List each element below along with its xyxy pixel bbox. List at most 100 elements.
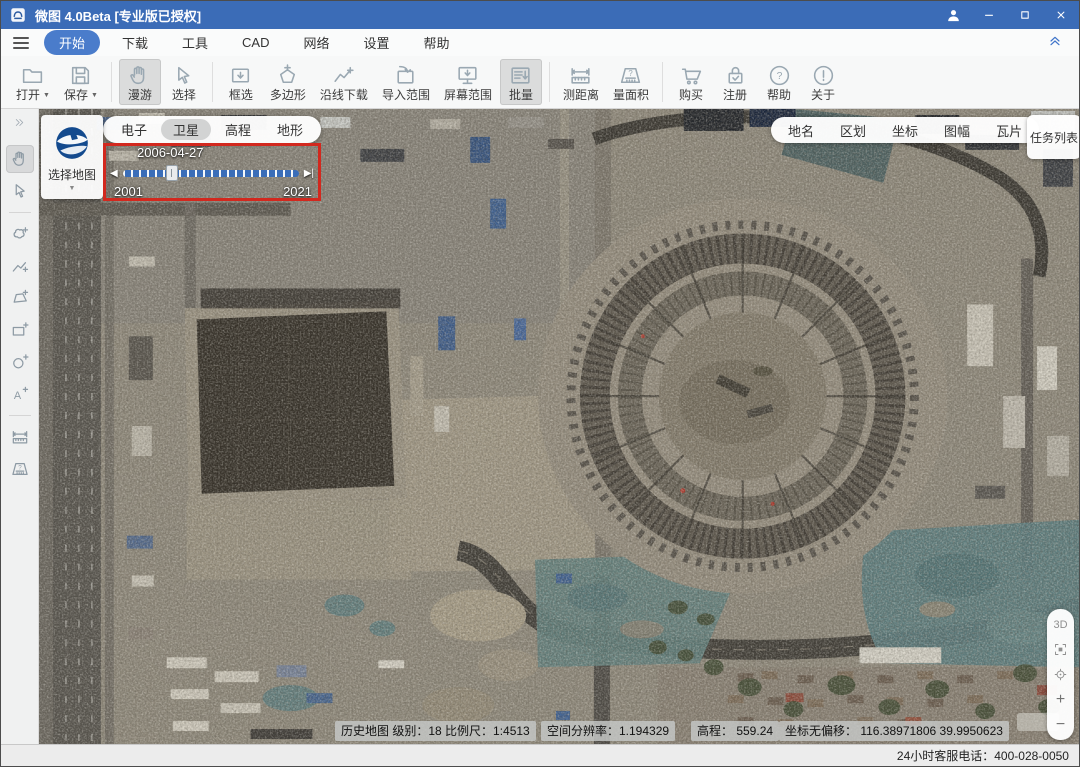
fullscreen-icon [1053, 642, 1068, 657]
support-phone: 24小时客服电话：400-028-0050 [897, 747, 1069, 764]
sidebar-tool-draw-circle[interactable] [6, 348, 34, 376]
toolbar-button-label-row: 多边形 [270, 89, 306, 102]
map-control-locate[interactable] [1047, 666, 1074, 683]
toolbar-button-label: 保存 [64, 89, 88, 102]
chevron-down-icon: ▼ [69, 185, 76, 192]
minimize-button[interactable] [971, 1, 1007, 29]
toolbar-separator [111, 62, 112, 102]
toolbar-button-folder[interactable]: 打开▼ [10, 59, 56, 105]
toolbar-button-cursor[interactable]: 选择 [163, 59, 205, 105]
toolbar-button-label: 测距离 [563, 89, 599, 102]
blob-plus-icon [10, 224, 30, 244]
sidebar-tool-select[interactable] [6, 177, 34, 205]
sidebar-tool-expand[interactable] [11, 115, 29, 129]
toolbar-button-monitor[interactable]: 屏幕范围 [438, 59, 498, 105]
timeline-track[interactable] [123, 170, 299, 177]
titlebar: 微图 4.0Beta [专业版已授权] [1, 1, 1079, 29]
toolbar-button-label: 选择 [172, 89, 196, 102]
toolbar-button-polyline[interactable]: 沿线下载 [314, 59, 374, 105]
select-map-button[interactable]: 选择地图 ▼ [41, 115, 103, 199]
toolbar-button-label-row: 购买 [679, 89, 703, 102]
toolbar-button-label: 关于 [811, 89, 835, 102]
map-control-view-3d[interactable]: 3D [1047, 616, 1074, 633]
toolbar-button-about[interactable]: 关于 [802, 59, 844, 105]
menu-item-网络[interactable]: 网络 [292, 30, 342, 55]
account-button[interactable] [935, 1, 971, 29]
area-icon [618, 63, 643, 88]
area-plus-icon [10, 288, 30, 308]
history-timeline: 2006-04-27 ◀ ▶| 2001 2021 [105, 145, 319, 199]
overlay-tool-图幅[interactable]: 图幅 [931, 121, 983, 140]
app-window: 微图 4.0Beta [专业版已授权] 开始下载工具CAD网络设置帮助 打开▼保… [0, 0, 1080, 767]
sidebar-tool-measure-area[interactable] [6, 455, 34, 483]
toolbar-button-cart[interactable]: 购买 [670, 59, 712, 105]
sidebar-tool-draw-polyline[interactable] [6, 252, 34, 280]
menu-item-设置[interactable]: 设置 [352, 30, 402, 55]
chevrons-up-icon [1047, 32, 1063, 48]
overlay-tool-地名[interactable]: 地名 [775, 121, 827, 140]
layer-tab-地形[interactable]: 地形 [264, 116, 316, 143]
toolbar-button-ruler[interactable]: 测距离 [557, 59, 605, 105]
overlay-tool-区划[interactable]: 区划 [827, 121, 879, 140]
toolbar-button-label: 框选 [229, 89, 253, 102]
map-control-fullscreen[interactable] [1047, 641, 1074, 658]
cart-icon [679, 63, 704, 88]
ruler-icon [568, 63, 593, 88]
sidebar-tool-measure-distance[interactable] [6, 423, 34, 451]
collapse-ribbon-button[interactable] [1047, 32, 1063, 53]
menu-item-开始[interactable]: 开始 [44, 30, 100, 55]
toolbar-button-area[interactable]: 量面积 [607, 59, 655, 105]
toolbar-button-polygon[interactable]: 多边形 [264, 59, 312, 105]
circle-plus-icon [10, 352, 30, 372]
menu-item-帮助[interactable]: 帮助 [412, 30, 462, 55]
toolbar-items: 打开▼保存▼漫游选择框选多边形沿线下载导入范围屏幕范围批量测距离量面积购买注册帮… [9, 56, 845, 108]
layer-tab-高程[interactable]: 高程 [212, 116, 264, 143]
toolbar-button-lock[interactable]: 注册 [714, 59, 756, 105]
layer-tab-卫星[interactable]: 卫星 [161, 119, 211, 140]
dropdown-caret-icon: ▼ [91, 92, 98, 99]
toolbar-button-label-row: 关于 [811, 89, 835, 102]
timeline-prev-button[interactable]: ◀ [108, 168, 120, 179]
menu-items: 开始下载工具 CAD 网络设置帮助 [39, 30, 467, 55]
toolbar-button-label: 导入范围 [382, 89, 430, 102]
map-zoom-panel: 3D + − [1047, 609, 1074, 740]
toolbar-button-question[interactable]: 帮助 [758, 59, 800, 105]
satellite-map[interactable] [39, 109, 1079, 744]
maximize-icon [1018, 8, 1032, 22]
timeline-slider-row: ◀ ▶| [108, 165, 316, 181]
monitor-icon [455, 63, 480, 88]
timeline-end-year: 2021 [283, 184, 312, 199]
toolbar-button-hand[interactable]: 漫游 [119, 59, 161, 105]
sidebar-tool-draw-area[interactable] [6, 284, 34, 312]
timeline-next-button[interactable]: ▶| [302, 168, 316, 179]
timeline-thumb[interactable] [166, 165, 178, 181]
map-control-zoom-in[interactable]: + [1047, 691, 1074, 708]
sidebar-tool-draw-text[interactable] [6, 380, 34, 408]
overlay-tool-坐标[interactable]: 坐标 [879, 121, 931, 140]
close-button[interactable] [1043, 1, 1079, 29]
drawing-sidebar [1, 109, 39, 744]
toolbar-button-batch[interactable]: 批量 [500, 59, 542, 105]
menu-item-CAD[interactable]: CAD [230, 32, 281, 53]
toolbar-button-box-select[interactable]: 框选 [220, 59, 262, 105]
sidebar-tool-pan[interactable] [6, 145, 34, 173]
sidebar-tool-draw-polygon[interactable] [6, 220, 34, 248]
toolbar-button-save[interactable]: 保存▼ [58, 59, 104, 105]
map-control-zoom-out[interactable]: − [1047, 716, 1074, 733]
sidebar-separator [9, 212, 31, 213]
footer-bar: 24小时客服电话：400-028-0050 [1, 744, 1079, 766]
task-list-button[interactable]: 任务列表 [1027, 115, 1079, 159]
maximize-button[interactable] [1007, 1, 1043, 29]
menu-item-下载[interactable]: 下载 [110, 30, 160, 55]
hamburger-menu-icon[interactable] [13, 37, 29, 49]
ribbon-toolbar: 打开▼保存▼漫游选择框选多边形沿线下载导入范围屏幕范围批量测距离量面积购买注册帮… [1, 56, 1079, 109]
toolbar-button-label: 帮助 [767, 89, 791, 102]
question-icon [767, 63, 792, 88]
toolbar-button-import[interactable]: 导入范围 [376, 59, 436, 105]
menu-item-工具[interactable]: 工具 [170, 30, 220, 55]
layer-tab-电子[interactable]: 电子 [108, 116, 160, 143]
lock-icon [723, 63, 748, 88]
sidebar-tool-draw-rect[interactable] [6, 316, 34, 344]
rect-plus-icon [10, 320, 30, 340]
toolbar-button-label-row: 注册 [723, 89, 747, 102]
